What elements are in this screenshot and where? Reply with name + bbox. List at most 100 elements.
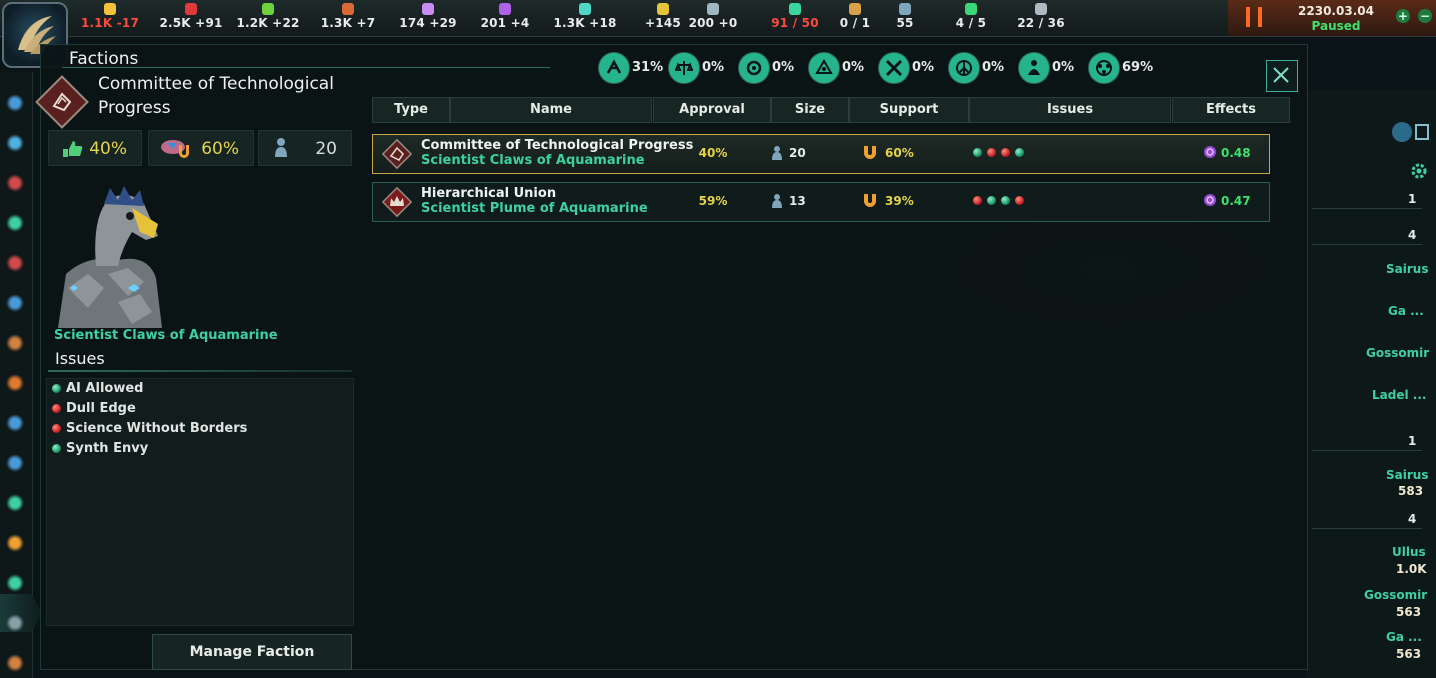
- resource-unity[interactable]: 1.3K +18: [550, 0, 620, 36]
- column-header-support[interactable]: Support: [849, 97, 969, 123]
- issue-status-icon: [987, 196, 996, 205]
- government-icon[interactable]: [6, 94, 24, 112]
- issue-status-icon: [52, 384, 61, 393]
- contacts-icon[interactable]: [6, 134, 24, 152]
- faction-row[interactable]: Hierarchical Union Scientist Plume of Aqu…: [372, 182, 1270, 222]
- resource-minerals[interactable]: 2.5K +91: [156, 0, 226, 36]
- faction-row-size: 13: [772, 194, 806, 208]
- outliner-starbase-name[interactable]: Ga ...: [1386, 630, 1422, 644]
- column-header-issues[interactable]: Issues: [969, 97, 1171, 123]
- technology-icon[interactable]: [6, 174, 24, 192]
- pause-button[interactable]: [1246, 7, 1266, 27]
- column-header-type[interactable]: Type: [372, 97, 450, 123]
- issue-status-icon: [52, 424, 61, 433]
- resource-pops[interactable]: 55: [870, 0, 940, 36]
- faction-row-support: 60%: [864, 146, 914, 160]
- outliner-starbase-name[interactable]: Gossomir: [1364, 588, 1427, 602]
- faction-leader-name[interactable]: Scientist Claws of Aquamarine: [54, 328, 278, 343]
- alloys-icon: [342, 3, 354, 15]
- ships-icon[interactable]: [6, 454, 24, 472]
- ethic-percentage: 0%: [772, 60, 795, 75]
- outliner-starbase-name[interactable]: Ullus: [1392, 545, 1426, 559]
- manage-faction-button[interactable]: Manage Faction: [152, 634, 352, 670]
- resource-trade[interactable]: 200 +0: [678, 0, 748, 36]
- relics-icon[interactable]: [6, 614, 24, 632]
- game-date: 2230.03.04: [1298, 4, 1374, 18]
- edicts-icon[interactable]: [6, 294, 24, 312]
- influence-magnet-icon: [863, 192, 877, 211]
- outliner-shipyard-name[interactable]: Sairus: [1386, 468, 1428, 482]
- faction-row-issues: [973, 148, 1053, 158]
- column-header-name[interactable]: Name: [450, 97, 652, 123]
- pops-icon: [899, 3, 911, 15]
- outliner-settings-icon[interactable]: [1410, 162, 1428, 180]
- planets-icon: [965, 3, 977, 15]
- factions-icon[interactable]: [6, 534, 24, 552]
- issue-status-icon: [1015, 148, 1024, 157]
- resource-bar: 1.1K -17 2.5K +91 1.2K +22 1.3K +7 174 +29 20…: [0, 0, 1436, 37]
- support-icon: [161, 140, 189, 158]
- situation-log-icon[interactable]: [6, 214, 24, 232]
- faction-authoritarian-icon: [379, 184, 415, 220]
- faction-row-size-value: 20: [789, 146, 806, 160]
- outliner-starbase-value: 1.0K: [1396, 562, 1427, 576]
- xenophile-icon: [738, 52, 770, 84]
- leaders-icon[interactable]: [6, 654, 24, 672]
- ethic-percentage: 31%: [632, 60, 664, 75]
- close-button[interactable]: [1266, 60, 1298, 92]
- resource-value: 1.3K +18: [553, 16, 617, 30]
- armies-icon[interactable]: [6, 494, 24, 512]
- pop-icon: [275, 138, 287, 157]
- support-stat: 60%: [148, 130, 254, 166]
- faction-row[interactable]: Committee of Technological Progress Scien…: [372, 134, 1270, 174]
- column-header-size[interactable]: Size: [771, 97, 849, 123]
- column-header-approval[interactable]: Approval: [653, 97, 771, 123]
- outliner-planet-name[interactable]: Gossomir: [1366, 346, 1429, 360]
- xenophobe-icon: [878, 52, 910, 84]
- resource-influence[interactable]: 201 +4: [470, 0, 540, 36]
- outliner-divider: [1312, 450, 1422, 451]
- ethic-percentage: 0%: [702, 60, 725, 75]
- species-icon[interactable]: [6, 374, 24, 392]
- outliner-planet-name[interactable]: Ga ...: [1388, 304, 1424, 318]
- galactic-community-icon[interactable]: [6, 574, 24, 592]
- influence-icon: [1203, 193, 1217, 210]
- issues-divider: [48, 370, 352, 372]
- influence-icon: [1203, 145, 1217, 162]
- faction-row-leader[interactable]: Scientist Plume of Aquamarine: [421, 201, 648, 216]
- faction-row-effect-value: 0.47: [1221, 194, 1251, 208]
- resource-planets[interactable]: 4 / 5: [936, 0, 1006, 36]
- outliner-planet-name[interactable]: Ladel ...: [1372, 388, 1426, 402]
- resource-energy[interactable]: 1.1K -17: [75, 0, 145, 36]
- research-icon: [657, 3, 669, 15]
- issue-label: Synth Envy: [66, 441, 149, 456]
- issue-status-icon: [1001, 196, 1010, 205]
- faction-row-leader[interactable]: Scientist Claws of Aquamarine: [421, 153, 645, 168]
- faction-row-size-value: 13: [789, 194, 806, 208]
- traditions-icon[interactable]: [6, 334, 24, 352]
- column-header-effects[interactable]: Effects: [1172, 97, 1290, 123]
- faction-row-effect-value: 0.48: [1221, 146, 1251, 160]
- ethic-percentage: 0%: [912, 60, 935, 75]
- resource-food[interactable]: 1.2K +22: [233, 0, 303, 36]
- resource-alloys[interactable]: 1.3K +7: [313, 0, 383, 36]
- faction-row-effects: 0.47: [1204, 194, 1251, 208]
- egalitarian-icon: [668, 52, 700, 84]
- influence-icon: [499, 3, 511, 15]
- outliner-toggle-icon[interactable]: [1390, 120, 1432, 144]
- planets-icon[interactable]: [6, 414, 24, 432]
- approval-icon: [63, 141, 83, 157]
- size-stat: 20: [258, 130, 352, 166]
- leader-portrait: [58, 186, 162, 328]
- policies-icon[interactable]: [6, 254, 24, 272]
- speed-down-button[interactable]: −: [1418, 9, 1432, 23]
- faction-row-effects: 0.48: [1204, 146, 1251, 160]
- ethic-percentage: 0%: [982, 60, 1005, 75]
- game-status: Paused: [1311, 19, 1361, 33]
- outliner-planet-name[interactable]: Sairus: [1386, 262, 1428, 276]
- resource-systems[interactable]: 22 / 36: [1006, 0, 1076, 36]
- resource-consumer-goods[interactable]: 174 +29: [393, 0, 463, 36]
- issue-status-icon: [52, 404, 61, 413]
- speed-up-button[interactable]: +: [1396, 9, 1410, 23]
- resource-value: 174 +29: [399, 16, 457, 30]
